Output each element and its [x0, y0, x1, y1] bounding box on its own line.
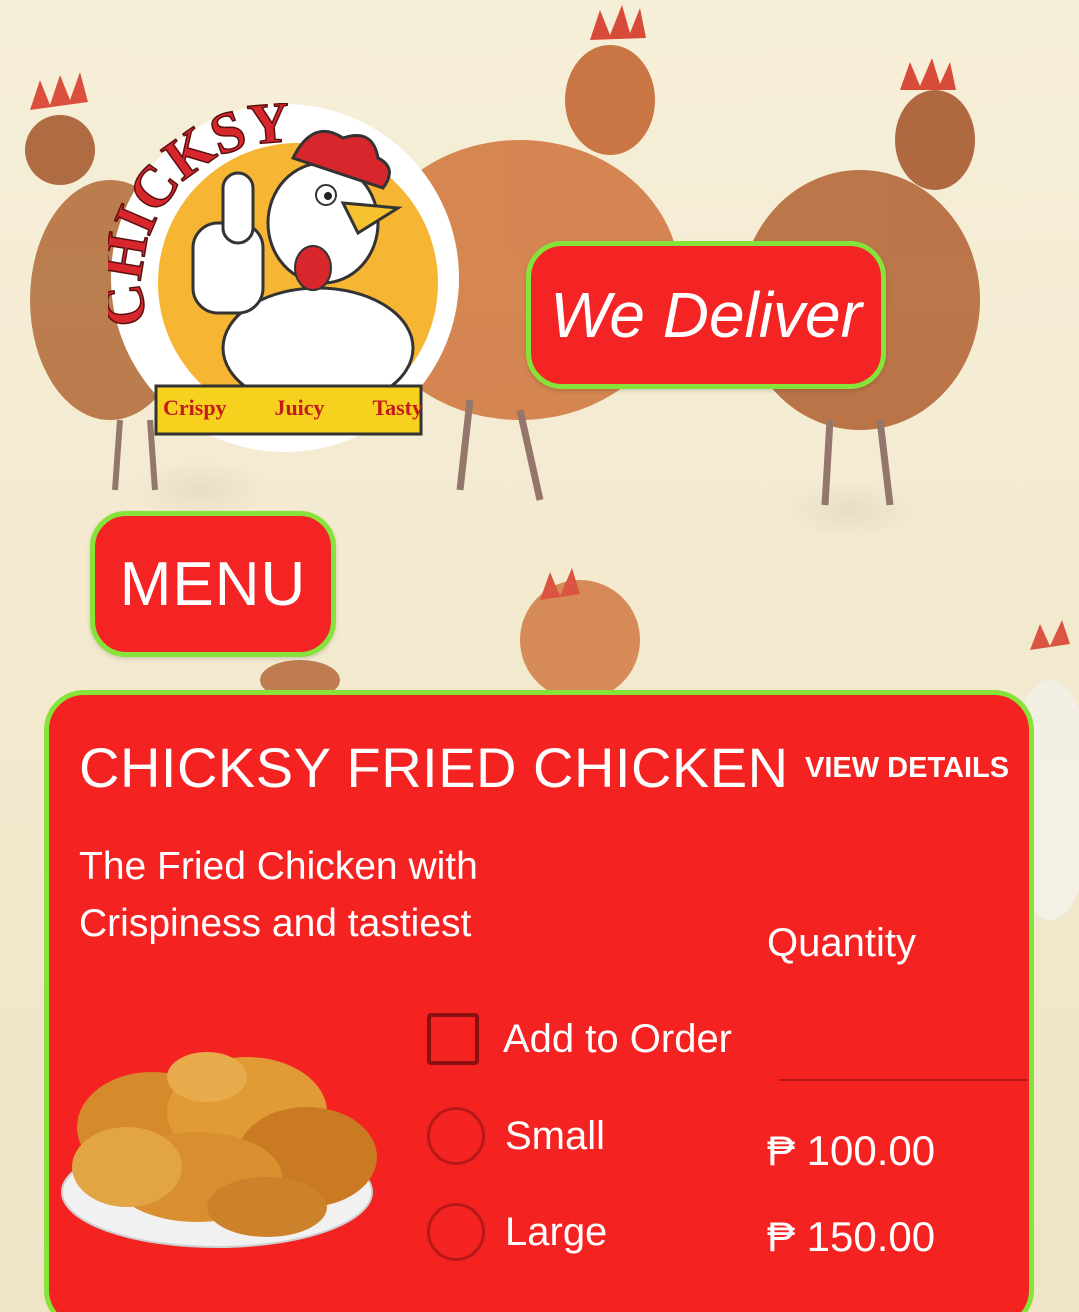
item-title: CHICKSY FRIED CHICKEN	[79, 736, 789, 799]
large-radio-button[interactable]	[427, 1203, 485, 1261]
chicksy-logo: CHICKSY Crispy Juicy Tasty	[88, 88, 463, 453]
size-small-option[interactable]: Small	[427, 1107, 605, 1165]
add-to-order-option[interactable]: Add to Order	[427, 1013, 732, 1065]
quantity-input[interactable]	[779, 1015, 1027, 1081]
we-deliver-label: We Deliver	[550, 279, 862, 351]
we-deliver-button[interactable]: We Deliver	[526, 241, 886, 389]
item-description: The Fried Chicken with Crispiness and ta…	[79, 845, 478, 945]
small-radio-button[interactable]	[427, 1107, 485, 1165]
large-price: ₱ 150.00	[767, 1213, 936, 1260]
quantity-label: Quantity	[767, 921, 916, 965]
add-to-order-checkbox[interactable]	[427, 1013, 479, 1065]
tagline-word: Crispy	[163, 395, 227, 420]
menu-label: MENU	[119, 549, 307, 619]
small-price: ₱ 100.00	[767, 1127, 936, 1174]
large-label: Large	[505, 1209, 608, 1254]
logo-tagline: Crispy Juicy Tasty	[163, 395, 423, 421]
tagline-word: Tasty	[372, 395, 423, 420]
menu-button[interactable]: MENU	[90, 511, 336, 657]
add-to-order-label: Add to Order	[503, 1016, 733, 1061]
view-details-link[interactable]: VIEW DETAILS	[805, 752, 1009, 785]
menu-item-card: CHICKSY FRIED CHICKEN VIEW DETAILS The F…	[44, 690, 1034, 1312]
size-large-option[interactable]: Large	[427, 1203, 607, 1261]
small-label: Small	[505, 1113, 606, 1158]
tagline-word: Juicy	[274, 395, 325, 420]
fried-chicken-image	[57, 1017, 397, 1257]
fried-chicken-photo-icon	[61, 1052, 377, 1248]
